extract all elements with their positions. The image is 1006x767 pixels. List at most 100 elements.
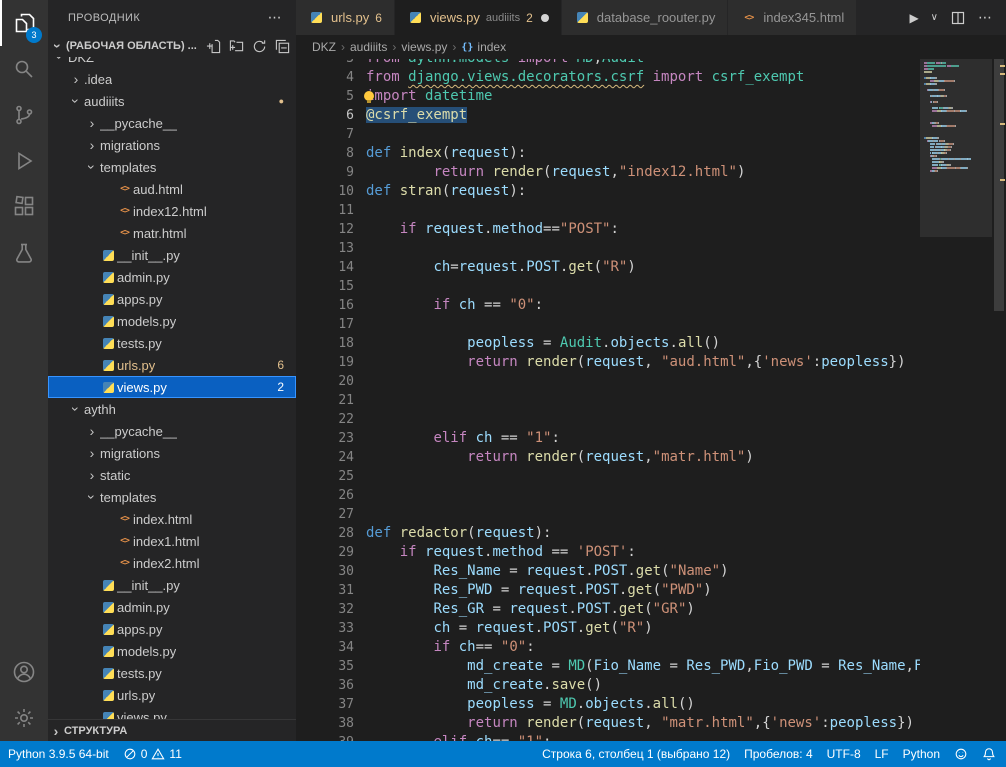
tree-item[interactable]: ›migrations [48, 442, 296, 464]
tree-item[interactable]: models.py [48, 640, 296, 662]
code-line[interactable]: 30 Res_Name = request.POST.get("Name") [296, 562, 920, 581]
code-line[interactable]: 20 [296, 372, 920, 391]
code-line[interactable]: 10def stran(request): [296, 182, 920, 201]
new-folder-icon[interactable] [229, 39, 244, 54]
code-pane[interactable]: 3from aythh.models import MD,Audit4from … [296, 59, 920, 741]
tree-item[interactable]: ›static [48, 464, 296, 486]
run-dropdown-icon[interactable]: ∨ [931, 12, 938, 23]
feedback-button[interactable] [954, 741, 968, 767]
tree-item[interactable]: ›migrations [48, 134, 296, 156]
notifications-button[interactable] [982, 741, 996, 767]
code-line[interactable]: 14 ch=request.POST.get("R") [296, 258, 920, 277]
minimap[interactable] [920, 59, 992, 741]
tree-item[interactable]: tests.py [48, 662, 296, 684]
code-line[interactable]: 15 [296, 277, 920, 296]
run-python-file-button[interactable]: ▶ [909, 11, 918, 25]
code-line[interactable]: 37 peopless = MD.objects.all() [296, 695, 920, 714]
code-line[interactable]: 26 [296, 486, 920, 505]
tree-item[interactable]: urls.py6 [48, 354, 296, 376]
code-line[interactable]: 21 [296, 391, 920, 410]
tree-item[interactable]: ›aythh [48, 398, 296, 420]
split-editor-icon[interactable] [950, 10, 966, 26]
dirty-indicator-icon[interactable] [541, 14, 549, 22]
code-line[interactable]: 35 md_create = MD(Fio_Name = Res_PWD,Fio… [296, 657, 920, 676]
tab[interactable]: urls.py6 [296, 0, 395, 35]
scrollbar-thumb[interactable] [994, 59, 1004, 311]
code-line[interactable]: 19 return render(request, "aud.html",{'n… [296, 353, 920, 372]
tree-item[interactable]: admin.py [48, 266, 296, 288]
tree-item[interactable]: __init__.py [48, 574, 296, 596]
code-line[interactable]: 12 if request.method=="POST": [296, 220, 920, 239]
code-line[interactable]: 24 return render(request,"matr.html") [296, 448, 920, 467]
eol-selector[interactable]: LF [875, 741, 889, 767]
code-line[interactable]: 7 [296, 125, 920, 144]
more-actions-icon[interactable]: ⋯ [978, 9, 992, 26]
activity-settings[interactable] [0, 695, 48, 741]
activity-account[interactable] [0, 649, 48, 695]
activity-explorer[interactable]: 3 [0, 0, 48, 46]
code-line[interactable]: 9 return render(request,"index12.html") [296, 163, 920, 182]
activity-run-debug[interactable] [0, 138, 48, 184]
code-line[interactable]: 25 [296, 467, 920, 486]
tree-item[interactable]: ›templates [48, 156, 296, 178]
tree-item[interactable]: models.py [48, 310, 296, 332]
tree-item[interactable]: <>index2.html [48, 552, 296, 574]
tab[interactable]: <>index345.html [728, 0, 857, 35]
tree-item[interactable]: admin.py [48, 596, 296, 618]
code-line[interactable]: 3from aythh.models import MD,Audit [296, 59, 920, 68]
tab[interactable]: database_roouter.py [562, 0, 729, 35]
code-line[interactable]: 8def index(request): [296, 144, 920, 163]
workspace-section-header[interactable]: › (РАБОЧАЯ ОБЛАСТЬ) ... [48, 35, 296, 57]
tree-item[interactable]: ›DKZ [48, 57, 296, 68]
outline-section-header[interactable]: › СТРУКТУРА [48, 719, 296, 741]
code-line[interactable]: 36 md_create.save() [296, 676, 920, 695]
collapse-all-icon[interactable] [275, 39, 290, 54]
code-line[interactable]: 17 [296, 315, 920, 334]
code-line[interactable]: 6@csrf_exempt [296, 106, 920, 125]
tree-item[interactable]: apps.py [48, 618, 296, 640]
language-mode[interactable]: Python [903, 741, 940, 767]
lightbulb-icon[interactable] [364, 91, 374, 101]
breadcrumb-item[interactable]: {}index [461, 40, 506, 54]
tree-item[interactable]: <>matr.html [48, 222, 296, 244]
tree-item[interactable]: <>aud.html [48, 178, 296, 200]
tree-item[interactable]: <>index12.html [48, 200, 296, 222]
code-line[interactable]: 5import datetime [296, 87, 920, 106]
tree-item[interactable]: __init__.py [48, 244, 296, 266]
activity-search[interactable] [0, 46, 48, 92]
activity-source-control[interactable] [0, 92, 48, 138]
code-line[interactable]: 34 if ch== "0": [296, 638, 920, 657]
python-interpreter[interactable]: Python 3.9.5 64-bit [8, 741, 109, 767]
indentation[interactable]: Пробелов: 4 [744, 741, 813, 767]
encoding[interactable]: UTF-8 [827, 741, 861, 767]
tree-item[interactable]: <>index.html [48, 508, 296, 530]
code-line[interactable]: 22 [296, 410, 920, 429]
tree-item[interactable]: ›templates [48, 486, 296, 508]
tree-item[interactable]: views.py2 [48, 376, 296, 398]
breadcrumb-item[interactable]: views.py [401, 40, 447, 54]
tree-item[interactable]: ›.idea [48, 68, 296, 90]
activity-extensions[interactable] [0, 184, 48, 230]
refresh-icon[interactable] [252, 39, 267, 54]
tree-item[interactable]: ›__pycache__ [48, 420, 296, 442]
cursor-position[interactable]: Строка 6, столбец 1 (выбрано 12) [542, 741, 730, 767]
tree-item[interactable]: tests.py [48, 332, 296, 354]
activity-testing[interactable] [0, 230, 48, 276]
more-actions-icon[interactable]: ⋯ [268, 9, 282, 26]
code-line[interactable]: 32 Res_GR = request.POST.get("GR") [296, 600, 920, 619]
code-line[interactable]: 18 peopless = Audit.objects.all() [296, 334, 920, 353]
tree-item[interactable]: ›audiiits● [48, 90, 296, 112]
breadcrumb-item[interactable]: DKZ [312, 40, 336, 54]
code-line[interactable]: 38 return render(request, "matr.html",{'… [296, 714, 920, 733]
code-line[interactable]: 4from django.views.decorators.csrf impor… [296, 68, 920, 87]
problems-indicator[interactable]: 0 11 [123, 741, 182, 767]
tree-item[interactable]: urls.py [48, 684, 296, 706]
code-line[interactable]: 33 ch = request.POST.get("R") [296, 619, 920, 638]
code-line[interactable]: 39 elif ch== "1": [296, 733, 920, 741]
code-line[interactable]: 23 elif ch == "1": [296, 429, 920, 448]
code-line[interactable]: 31 Res_PWD = request.POST.get("PWD") [296, 581, 920, 600]
tree-item[interactable]: apps.py [48, 288, 296, 310]
new-file-icon[interactable] [206, 39, 221, 54]
code-line[interactable]: 29 if request.method == 'POST': [296, 543, 920, 562]
breadcrumb-item[interactable]: audiiits [350, 40, 387, 54]
